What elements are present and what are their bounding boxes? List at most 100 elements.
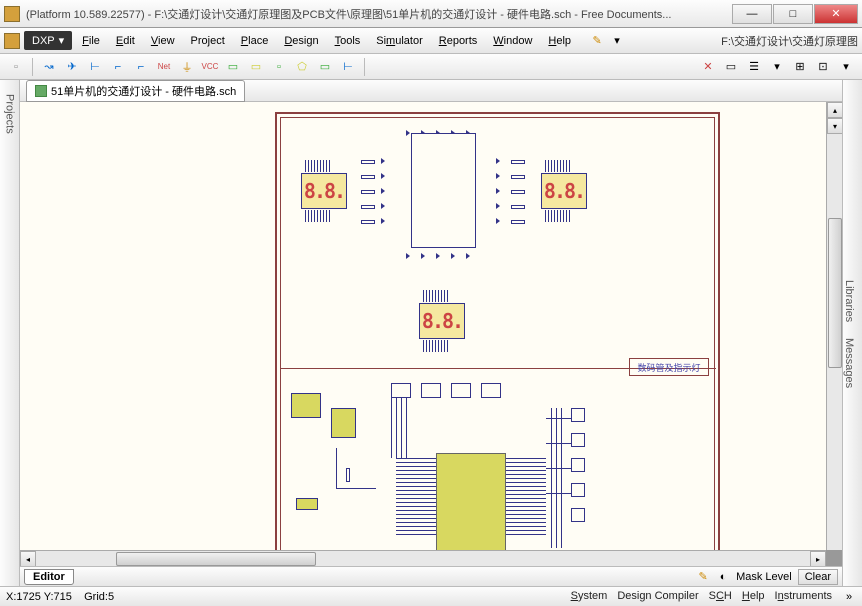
menu-view[interactable]: View xyxy=(145,31,181,51)
separator xyxy=(364,58,365,76)
hierarchy-icon[interactable]: ⊢ xyxy=(85,58,105,76)
seven-segment-display-right: 8.8. xyxy=(541,173,587,209)
zoom-icon[interactable]: ▭ xyxy=(721,58,741,76)
maximize-button[interactable]: □ xyxy=(773,4,813,24)
wire xyxy=(406,398,407,458)
gnd-icon[interactable]: ⏚ xyxy=(177,58,197,76)
toolbar: ▫ ↝ ✈ ⊢ ⌐ ⌐ Net ⏚ VCC ▭ ▭ ▫ ⬠ ▭ ⊢ ✕ ▭ ☰ … xyxy=(0,54,862,80)
scroll-thumb[interactable] xyxy=(828,218,842,368)
mask-icon[interactable]: ◐ xyxy=(716,570,730,584)
menu-file[interactable]: File xyxy=(76,31,106,51)
crosshair-icon[interactable]: ▾ xyxy=(836,58,856,76)
document-tab-label: 51单片机的交通灯设计 - 硬件电路.sch xyxy=(51,83,236,99)
wire xyxy=(401,398,402,458)
resistor xyxy=(361,175,375,179)
component xyxy=(291,393,321,418)
horizontal-scrollbar[interactable]: ◂ ▸ xyxy=(20,550,826,566)
vcc-icon[interactable]: VCC xyxy=(200,58,220,76)
align-icon[interactable]: ☰ xyxy=(744,58,764,76)
harness-icon[interactable]: ▭ xyxy=(315,58,335,76)
scroll-down-button[interactable]: ▾ xyxy=(827,118,842,134)
pins xyxy=(545,210,570,566)
wire xyxy=(546,468,571,469)
clear-button[interactable]: Clear xyxy=(798,569,838,585)
noerc-icon[interactable]: ✕ xyxy=(698,58,718,76)
menu-design[interactable]: Design xyxy=(278,31,324,51)
net-tool-icon[interactable]: ⌐ xyxy=(108,58,128,76)
sheet-symbol-icon[interactable]: ▫ xyxy=(269,58,289,76)
status-link-sch[interactable]: SCH xyxy=(709,590,732,604)
new-document-icon[interactable]: ▫ xyxy=(6,58,26,76)
junction-icon[interactable]: ⊢ xyxy=(338,58,358,76)
dropdown-icon[interactable]: ▾ xyxy=(609,33,625,49)
status-link-help[interactable]: Help xyxy=(742,590,765,604)
led-icon xyxy=(381,203,389,209)
scroll-left-button[interactable]: ◂ xyxy=(20,551,36,566)
measure-icon[interactable]: ⊡ xyxy=(813,58,833,76)
transistor xyxy=(481,383,501,398)
led-icon xyxy=(436,253,444,259)
panel-menu-icon[interactable]: » xyxy=(842,590,856,604)
scroll-up-button[interactable]: ▴ xyxy=(827,102,842,118)
bus-tool-icon[interactable]: ⌐ xyxy=(131,58,151,76)
status-link-system[interactable]: System xyxy=(571,590,608,604)
transistor xyxy=(421,383,441,398)
driver-ic xyxy=(411,133,476,248)
fly-icon[interactable]: ✈ xyxy=(62,58,82,76)
sheet-entry-icon[interactable]: ▭ xyxy=(246,58,266,76)
wire xyxy=(551,408,552,548)
led-icon xyxy=(496,203,504,209)
resistor xyxy=(511,220,525,224)
close-button[interactable]: ✕ xyxy=(814,4,858,24)
menu-place[interactable]: Place xyxy=(235,31,275,51)
messages-tab[interactable]: Messages xyxy=(843,334,855,392)
scroll-thumb[interactable] xyxy=(116,552,316,566)
pins xyxy=(305,160,330,172)
step-icon[interactable]: ↝ xyxy=(39,58,59,76)
wire xyxy=(546,493,571,494)
menu-reports[interactable]: Reports xyxy=(433,31,484,51)
pencil-icon[interactable]: ✎ xyxy=(696,570,710,584)
led-icon xyxy=(466,253,474,259)
status-link-instruments[interactable]: Instruments xyxy=(775,590,832,604)
led-icon xyxy=(496,218,504,224)
left-panel-tab[interactable]: Projects xyxy=(0,80,20,586)
menu-tools[interactable]: Tools xyxy=(329,31,367,51)
document-tab[interactable]: 51单片机的交通灯设计 - 硬件电路.sch xyxy=(26,80,245,102)
grid-value: Grid:5 xyxy=(84,591,114,603)
editor-tab[interactable]: Editor xyxy=(24,569,74,585)
menu-simulator[interactable]: Simulator xyxy=(370,31,428,51)
vertical-scrollbar[interactable]: ▴ ▾ xyxy=(826,102,842,550)
right-panel-tabs: Libraries Messages xyxy=(842,80,862,586)
wire xyxy=(396,398,397,458)
wand-icon[interactable]: ✎ xyxy=(589,33,605,49)
led-icon xyxy=(451,253,459,259)
scroll-right-button[interactable]: ▸ xyxy=(810,551,826,566)
dxp-menu-button[interactable]: DXP ▾ xyxy=(24,31,72,50)
led-icon xyxy=(496,188,504,194)
part-icon[interactable]: ▭ xyxy=(223,58,243,76)
layout-icon[interactable]: ⊞ xyxy=(790,58,810,76)
menu-edit[interactable]: Edit xyxy=(110,31,141,51)
content-area: 51单片机的交通灯设计 - 硬件电路.sch 数码管及指示灯 8.8. xyxy=(20,80,842,586)
schematic-canvas[interactable]: 数码管及指示灯 8.8. 8.8. xyxy=(20,102,842,566)
port-icon[interactable]: ⬠ xyxy=(292,58,312,76)
menu-project[interactable]: Project xyxy=(185,31,231,51)
menubar: DXP ▾ File Edit View Project Place Desig… xyxy=(0,28,862,54)
netlabel-icon[interactable]: Net xyxy=(154,58,174,76)
minimize-button[interactable]: — xyxy=(732,4,772,24)
scroll-track[interactable] xyxy=(36,551,810,566)
led-icon xyxy=(381,188,389,194)
mcu-chip xyxy=(436,453,506,553)
window-titlebar: (Platform 10.589.22577) - F:\交通灯设计\交通灯原理… xyxy=(0,0,862,28)
pushbutton xyxy=(571,458,585,472)
status-link-design-compiler[interactable]: Design Compiler xyxy=(617,590,698,604)
libraries-tab[interactable]: Libraries xyxy=(843,276,855,326)
cursor-coordinates: X:1725 Y:715 xyxy=(6,591,72,603)
grid-icon[interactable]: ▾ xyxy=(767,58,787,76)
led-icon xyxy=(381,158,389,164)
chevron-down-icon: ▾ xyxy=(59,34,65,47)
menu-window[interactable]: Window xyxy=(487,31,538,51)
menu-help[interactable]: Help xyxy=(542,31,577,51)
resistor xyxy=(361,190,375,194)
